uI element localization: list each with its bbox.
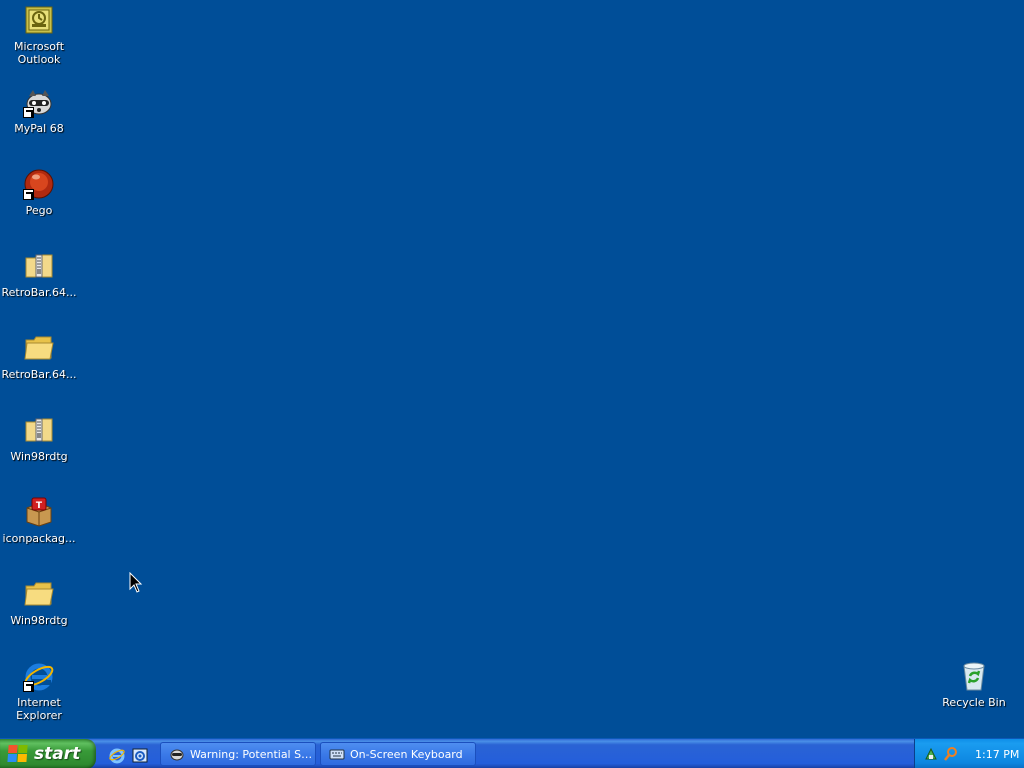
desktop-icon-recycle-bin[interactable]: Recycle Bin bbox=[935, 660, 1013, 709]
ie-icon bbox=[23, 660, 55, 692]
icon-label: MyPal 68 bbox=[14, 122, 64, 135]
taskbar-button-warning[interactable]: Warning: Potential Se... bbox=[160, 742, 316, 766]
icon-label: Win98rdtg bbox=[10, 450, 68, 463]
desktop-icon-iconpackager[interactable]: T iconpackag... bbox=[0, 496, 78, 545]
icon-label: RetroBar.64... bbox=[1, 286, 77, 299]
taskbar-button-label: On-Screen Keyboard bbox=[350, 747, 463, 761]
desktop-icon-retrobar-zip[interactable]: RetroBar.64... bbox=[0, 250, 78, 299]
icon-label: RetroBar.64... bbox=[1, 368, 77, 381]
desktop-icon-internet-explorer[interactable]: Internet Explorer bbox=[0, 660, 78, 722]
icon-label: iconpackag... bbox=[2, 532, 76, 545]
icon-label: Pego bbox=[25, 204, 53, 217]
icon-label: Internet Explorer bbox=[16, 696, 62, 722]
icon-label: Recycle Bin bbox=[942, 696, 1006, 709]
svg-text:T: T bbox=[36, 501, 43, 511]
raccoon-icon bbox=[23, 86, 55, 118]
zip-folder-icon bbox=[23, 414, 55, 446]
outlook-icon bbox=[23, 4, 55, 36]
mouse-cursor-icon bbox=[129, 572, 143, 593]
desktop-icon-win98rdtg-folder[interactable]: Win98rdtg bbox=[0, 578, 78, 627]
folder-icon bbox=[23, 332, 55, 364]
desktop-icon-mypal[interactable]: MyPal 68 bbox=[0, 86, 78, 135]
desktop-icon-retrobar-folder[interactable]: RetroBar.64... bbox=[0, 332, 78, 381]
zip-folder-icon bbox=[23, 250, 55, 282]
raccoon-icon bbox=[170, 749, 184, 761]
network-icon[interactable] bbox=[923, 746, 939, 762]
shortcut-arrow-icon bbox=[23, 107, 34, 118]
taskbar: start Warning: Potential Se... On-Screen… bbox=[0, 738, 1024, 768]
icon-label: Microsoft Outlook bbox=[13, 40, 65, 66]
shortcut-arrow-icon bbox=[23, 681, 34, 692]
desktop-icon-outlook[interactable]: Microsoft Outlook bbox=[0, 4, 78, 66]
start-button[interactable]: start bbox=[0, 739, 96, 768]
package-icon: T bbox=[23, 496, 55, 528]
clock[interactable]: 1:17 PM bbox=[975, 748, 1019, 761]
icon-label: Win98rdtg bbox=[10, 614, 68, 627]
search-icon[interactable] bbox=[943, 746, 959, 762]
windows-logo-icon bbox=[7, 745, 28, 763]
desktop-icon-win98rdtg-zip[interactable]: Win98rdtg bbox=[0, 414, 78, 463]
system-tray: 1:17 PM bbox=[914, 739, 1024, 768]
taskbar-button-label: Warning: Potential Se... bbox=[190, 747, 315, 761]
quick-launch-email-icon[interactable] bbox=[131, 746, 149, 764]
keyboard-icon bbox=[329, 749, 345, 760]
quick-launch-ie-icon[interactable] bbox=[108, 746, 126, 764]
pego-icon bbox=[23, 168, 55, 200]
shortcut-arrow-icon bbox=[23, 189, 34, 200]
taskbar-button-onscreen-keyboard[interactable]: On-Screen Keyboard bbox=[320, 742, 476, 766]
recycle-bin-icon bbox=[958, 660, 990, 692]
folder-icon bbox=[23, 578, 55, 610]
desktop-icon-pego[interactable]: Pego bbox=[0, 168, 78, 217]
start-label: start bbox=[34, 744, 81, 764]
